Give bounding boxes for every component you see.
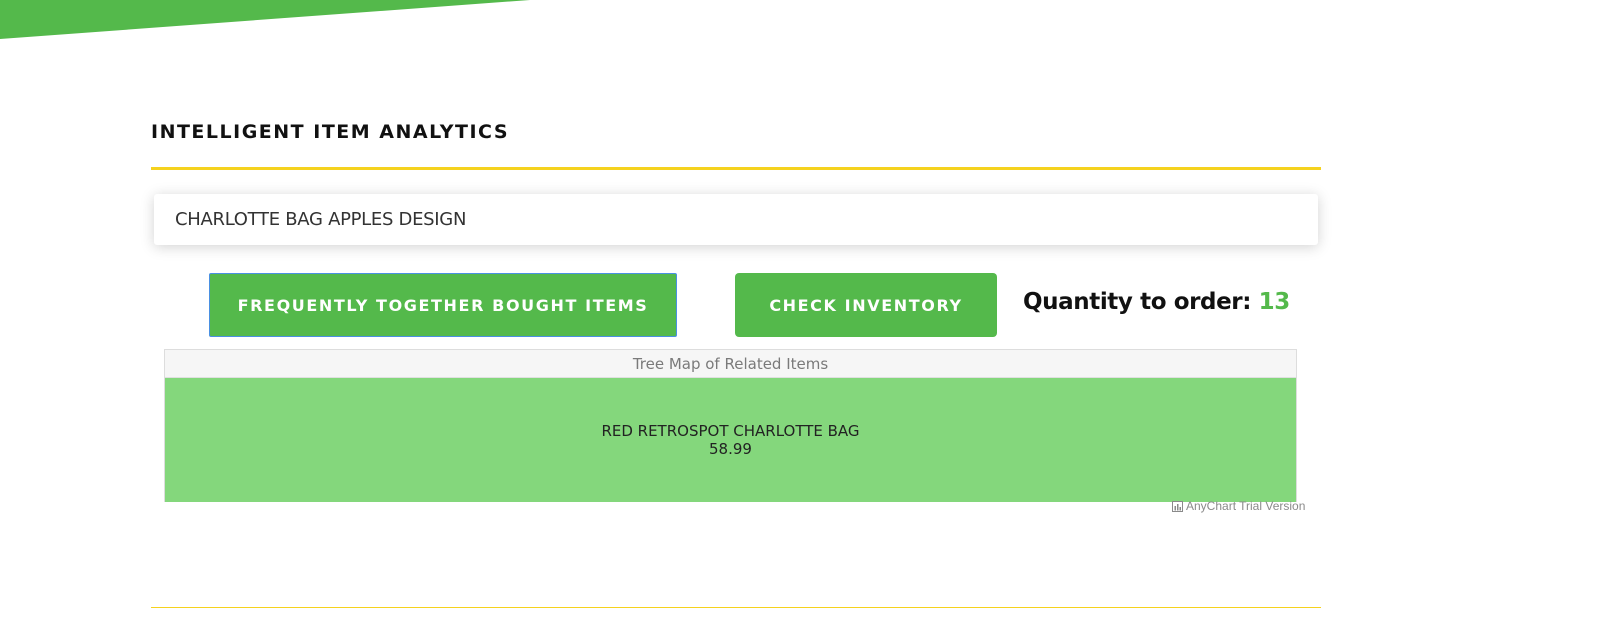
title-underline <box>151 167 1321 170</box>
quantity-label: Quantity to order: <box>1023 289 1252 315</box>
quantity-value: 13 <box>1258 289 1291 315</box>
item-search-box <box>154 194 1318 245</box>
treemap-tile[interactable]: RED RETROSPOT CHARLOTTE BAG 58.99 <box>165 378 1296 502</box>
anychart-credits-text: AnyChart Trial Version <box>1186 499 1306 513</box>
page: INTELLIGENT ITEM ANALYTICS FREQUENTLY TO… <box>0 0 1597 620</box>
treemap-title: Tree Map of Related Items <box>165 350 1296 378</box>
frequently-bought-together-button[interactable]: FREQUENTLY TOGETHER BOUGHT ITEMS <box>209 273 677 337</box>
quantity-to-order: Quantity to order: 13 <box>1023 289 1290 315</box>
section-title: INTELLIGENT ITEM ANALYTICS <box>151 121 510 143</box>
check-inventory-button[interactable]: CHECK INVENTORY <box>735 273 997 337</box>
anychart-credits-link[interactable]: AnyChart Trial Version <box>1172 499 1305 513</box>
treemap-tile-value: 58.99 <box>709 440 752 458</box>
bar-chart-icon <box>1172 500 1183 512</box>
item-search-input[interactable] <box>154 194 1318 245</box>
treemap-tile-label: RED RETROSPOT CHARLOTTE BAG <box>601 422 860 440</box>
bottom-divider <box>151 607 1321 608</box>
treemap-chart: Tree Map of Related Items RED RETROSPOT … <box>164 349 1297 502</box>
decorative-green-stripe <box>0 0 530 39</box>
